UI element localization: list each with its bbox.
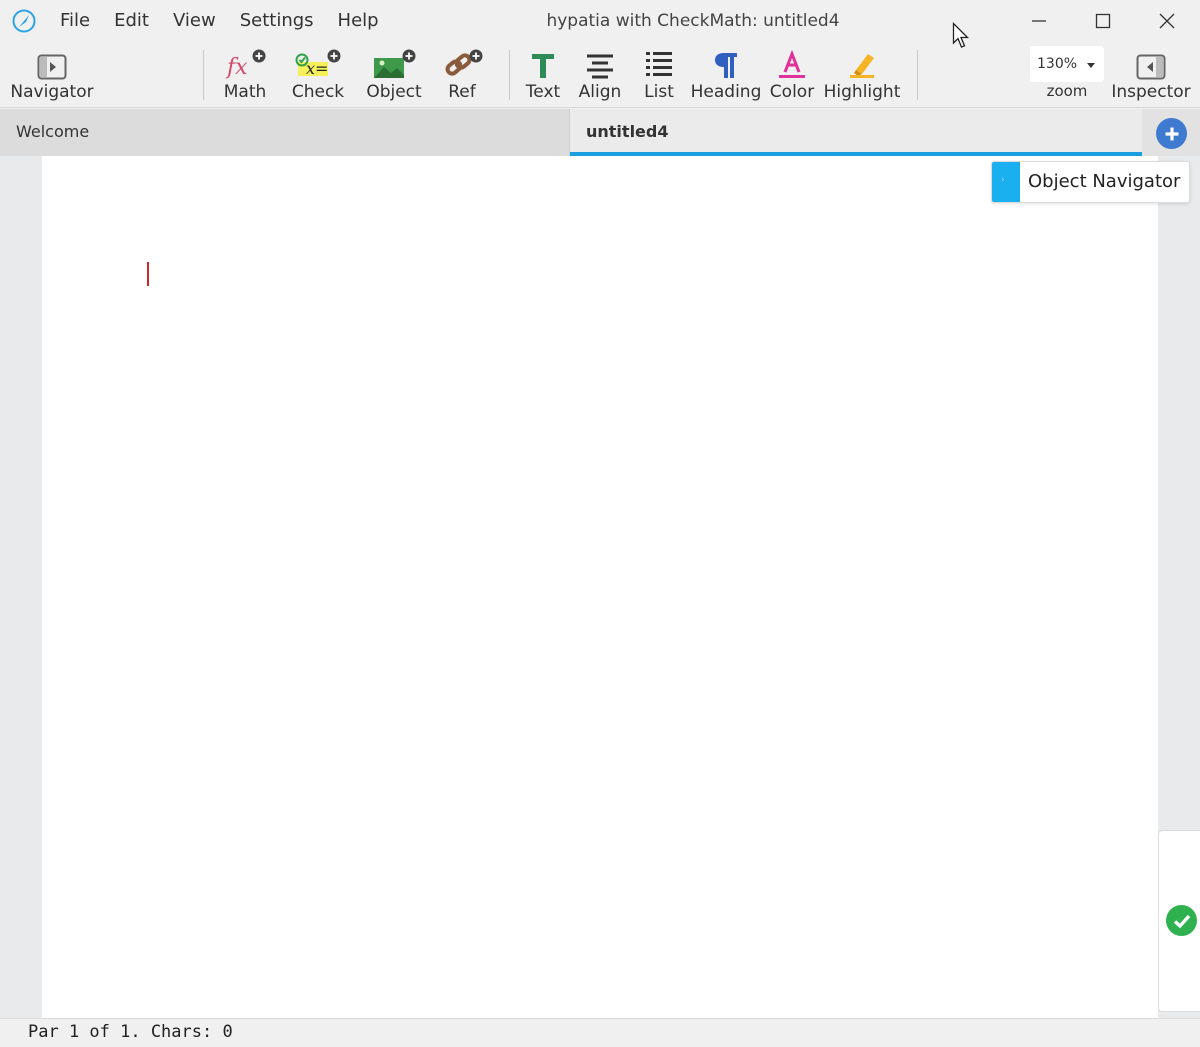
math-button[interactable]: fx Math [214, 42, 276, 108]
list-label: List [644, 82, 674, 102]
menu-file[interactable]: File [48, 0, 102, 42]
zoom-select[interactable]: 130% [1030, 46, 1104, 82]
ref-button[interactable]: Ref [436, 42, 488, 108]
minimize-icon [1032, 20, 1046, 22]
navigator-button[interactable]: Navigator [8, 42, 96, 108]
chevron-down-icon [1087, 63, 1095, 68]
toolbar: Navigator fx Math x= Check Object Ref Te… [0, 42, 1200, 108]
link-insert-icon [445, 49, 483, 76]
check-button[interactable]: x= Check [286, 42, 350, 108]
check-insert-icon: x= [295, 49, 341, 78]
list-button[interactable]: List [636, 42, 682, 108]
status-text: Par 1 of 1. Chars: 0 [28, 1022, 233, 1042]
toolbar-separator [509, 50, 510, 100]
svg-text:fx: fx [225, 55, 248, 80]
status-bar: Par 1 of 1. Chars: 0 [0, 1018, 1200, 1047]
window-title: hypatia with CheckMath: untitled4 [546, 11, 840, 31]
object-navigator-handle[interactable]: › [992, 162, 1020, 202]
menu-settings[interactable]: Settings [228, 0, 326, 42]
menu-bar: File Edit View Settings Help [48, 0, 391, 42]
inspector-icon [1136, 54, 1166, 80]
text-style-icon [532, 54, 554, 78]
object-label: Object [366, 82, 422, 102]
close-button[interactable] [1135, 0, 1199, 42]
left-margin [0, 156, 42, 1018]
math-insert-icon: fx [225, 49, 266, 80]
menu-edit[interactable]: Edit [102, 0, 161, 42]
app-logo-icon [12, 9, 36, 33]
align-button[interactable]: Align [574, 42, 626, 108]
document-editor[interactable] [42, 156, 1158, 1018]
menu-help[interactable]: Help [326, 0, 391, 42]
font-color-icon [779, 50, 805, 78]
svg-text:x=: x= [306, 59, 328, 78]
text-button[interactable]: Text [518, 42, 568, 108]
toolbar-separator [203, 50, 204, 100]
object-button[interactable]: Object [360, 42, 428, 108]
align-center-icon [587, 54, 613, 79]
tab-untitled4[interactable]: untitled4 [570, 109, 1142, 156]
pilcrow-icon [715, 53, 737, 78]
chevron-right-icon: › [1001, 175, 1005, 185]
list-icon [646, 52, 672, 76]
check-label: Check [291, 82, 345, 102]
minimize-button[interactable] [1007, 0, 1071, 42]
highlight-button[interactable]: Highlight [822, 42, 902, 108]
checkmark-icon [1173, 914, 1190, 928]
navigator-icon [37, 54, 67, 80]
add-tab-button[interactable] [1156, 118, 1187, 149]
math-label: Math [223, 82, 267, 102]
heading-button[interactable]: Heading [690, 42, 762, 108]
mouse-cursor-icon [952, 22, 970, 48]
color-label: Color [769, 82, 815, 102]
heading-label: Heading [690, 82, 762, 102]
tab-bar: Welcome untitled4 [0, 109, 1200, 156]
zoom-label: zoom [1046, 82, 1088, 100]
zoom-value: 130% [1037, 56, 1078, 72]
object-navigator-tab[interactable]: › Object Navigator [991, 161, 1190, 203]
title-bar: File Edit View Settings Help hypatia wit… [0, 0, 1200, 42]
align-label: Align [578, 82, 622, 102]
highlighter-icon [850, 54, 874, 78]
image-insert-icon [374, 49, 416, 78]
highlight-label: Highlight [823, 82, 901, 102]
check-status-icon[interactable] [1166, 905, 1197, 936]
maximize-icon [1095, 13, 1111, 29]
tab-welcome[interactable]: Welcome [0, 109, 570, 156]
tab-label: untitled4 [586, 122, 669, 141]
color-button[interactable]: Color [766, 42, 818, 108]
menu-view[interactable]: View [161, 0, 228, 42]
text-caret [147, 262, 149, 286]
maximize-button[interactable] [1071, 0, 1135, 42]
object-navigator-label: Object Navigator [1028, 171, 1181, 192]
text-label: Text [525, 82, 561, 102]
inspector-button[interactable]: Inspector [1111, 42, 1191, 108]
close-icon [1159, 13, 1175, 29]
plus-icon [1165, 127, 1178, 140]
inspector-label: Inspector [1111, 82, 1191, 102]
ref-label: Ref [448, 82, 476, 102]
toolbar-separator [917, 50, 918, 100]
navigator-label: Navigator [10, 82, 94, 102]
tab-label: Welcome [16, 122, 90, 141]
